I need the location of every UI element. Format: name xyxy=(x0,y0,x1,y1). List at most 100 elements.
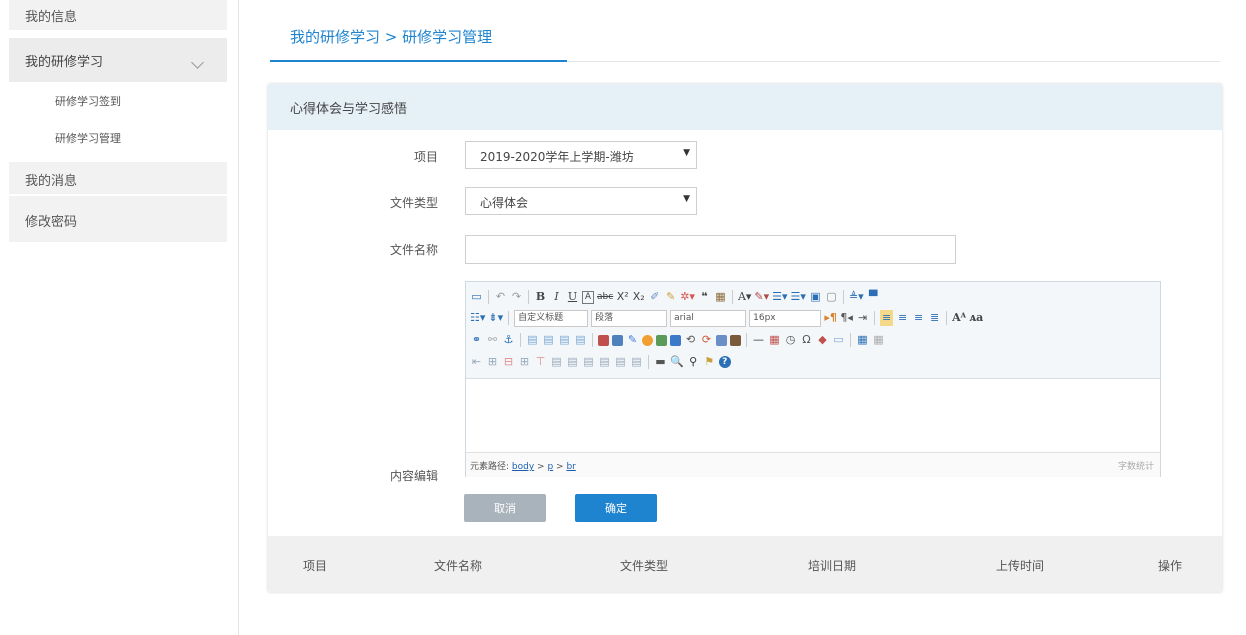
cancel-button[interactable]: 取消 xyxy=(464,494,546,522)
template-icon[interactable] xyxy=(730,334,741,346)
align-right-icon[interactable]: ≡ xyxy=(912,310,925,326)
content-editor-label: 内容编辑 xyxy=(389,469,438,483)
bold-icon[interactable]: B xyxy=(534,289,547,305)
insert-table-icon[interactable]: ▦ xyxy=(856,332,869,348)
insert-video-icon[interactable] xyxy=(656,334,667,346)
source-code-icon[interactable]: ▭ xyxy=(470,289,483,305)
font-size-dropdown[interactable]: 16px xyxy=(749,309,822,327)
remove-format-icon[interactable]: ✐ xyxy=(648,289,661,305)
paragraph-dropdown[interactable]: 段落 xyxy=(591,309,668,327)
print-icon[interactable]: ▬ xyxy=(654,354,667,370)
unordered-list-icon[interactable]: ☰▾ xyxy=(791,289,806,305)
background-color-icon[interactable]: ✎▾ xyxy=(754,289,769,305)
font-color-icon[interactable]: A▾ xyxy=(738,289,751,305)
font-border-icon[interactable]: A xyxy=(582,290,594,304)
ordered-list-icon[interactable]: ☰▾ xyxy=(772,289,787,305)
row-spacing-bottom-icon[interactable]: ▀ xyxy=(867,289,880,305)
insert-row-icon[interactable]: ⊞ xyxy=(486,354,499,370)
unlink-icon[interactable]: ⚯ xyxy=(486,332,499,348)
image-center-icon[interactable]: ▤ xyxy=(574,332,587,348)
project-select[interactable]: 2019-2020学年上学期-潍坊 ▼ xyxy=(465,141,697,169)
blockquote-icon[interactable]: ❝ xyxy=(698,289,711,305)
special-chars-icon[interactable]: Ω xyxy=(800,332,813,348)
uppercase-icon[interactable]: Aᴬ xyxy=(952,310,966,326)
image-right-icon[interactable]: ▤ xyxy=(558,332,571,348)
link-icon[interactable]: ⚭ xyxy=(470,332,483,348)
simple-upload-icon[interactable] xyxy=(598,334,609,346)
anchor-icon[interactable]: ⚓ xyxy=(502,332,515,348)
split-cells-icon[interactable]: ▤ xyxy=(598,354,611,370)
font-family-dropdown[interactable]: arial xyxy=(670,309,747,327)
help-icon[interactable]: ? xyxy=(718,356,731,368)
horizontal-line-icon[interactable]: — xyxy=(752,332,765,348)
row-spacing-top-icon[interactable]: ≜▾ xyxy=(849,289,864,305)
align-left-icon[interactable]: ≡ xyxy=(880,310,894,326)
element-path-p-link[interactable]: p xyxy=(547,462,553,472)
element-path-br-link[interactable]: br xyxy=(566,462,575,472)
search-replace-icon[interactable]: ▭ xyxy=(832,332,845,348)
word-image-icon[interactable]: ◆ xyxy=(816,332,829,348)
superscript-icon[interactable]: X² xyxy=(616,289,629,305)
element-path-body-link[interactable]: body xyxy=(512,462,534,472)
indent-first-line-icon[interactable]: ⇥ xyxy=(856,310,869,326)
page-break-icon[interactable] xyxy=(716,334,727,346)
editor-content-area[interactable] xyxy=(466,379,1160,451)
insert-frame-icon[interactable]: ⟲ xyxy=(684,332,697,348)
element-path-label: 元素路径: xyxy=(470,462,510,472)
indent-icon[interactable]: ⇟▾ xyxy=(488,310,503,326)
attachment-icon[interactable] xyxy=(670,334,681,346)
dropdown-arrow-icon: ▼ xyxy=(683,148,690,158)
redo-icon[interactable]: ↷ xyxy=(510,289,523,305)
preview-icon[interactable]: 🔍 xyxy=(670,354,684,370)
delete-table-icon[interactable]: ▦ xyxy=(872,332,885,348)
italic-icon[interactable]: I xyxy=(550,289,563,305)
date-icon[interactable]: ▦ xyxy=(768,332,781,348)
drafts-icon[interactable]: ⚑ xyxy=(703,354,716,370)
direction-ltr-icon[interactable]: ▸¶ xyxy=(824,310,837,326)
dropdown-arrow-icon: ▼ xyxy=(683,194,690,204)
sidebar-item-my-study[interactable]: 我的研修学习 xyxy=(9,38,227,82)
direction-rtl-icon[interactable]: ¶◂ xyxy=(840,310,853,326)
paste-plain-icon[interactable]: ▦ xyxy=(714,289,727,305)
split-rows-icon[interactable]: ▤ xyxy=(614,354,627,370)
sidebar-item-change-password[interactable]: 修改密码 xyxy=(9,196,227,242)
select-all-icon[interactable]: ▣ xyxy=(809,289,822,305)
sidebar-subitem-management[interactable]: 研修学习管理 xyxy=(55,130,121,146)
undo-icon[interactable]: ↶ xyxy=(494,289,507,305)
delete-col-icon[interactable]: ⊤ xyxy=(534,354,547,370)
image-none-icon[interactable]: ▤ xyxy=(526,332,539,348)
strikethrough-icon[interactable]: abc xyxy=(597,289,613,305)
merge-right-icon[interactable]: ▤ xyxy=(566,354,579,370)
toolbar-separator xyxy=(648,355,649,369)
insert-code-icon[interactable]: ⟳ xyxy=(700,332,713,348)
custom-heading-dropdown[interactable]: 自定义标题 xyxy=(514,309,589,327)
subscript-icon[interactable]: X₂ xyxy=(632,289,645,305)
auto-format-icon[interactable]: ✲▾ xyxy=(680,289,695,305)
delete-row-icon[interactable]: ⊟ xyxy=(502,354,515,370)
underline-icon[interactable]: U xyxy=(566,289,579,305)
rich-text-editor: ▭ ↶ ↷ B I U A abc X² X₂ ✐ ✎ ✲▾ ❝ ▦ A▾ ✎▾ xyxy=(465,281,1161,477)
image-left-icon[interactable]: ▤ xyxy=(542,332,555,348)
emotion-icon[interactable]: ✎ xyxy=(626,332,639,348)
scrawl-icon[interactable] xyxy=(642,334,653,346)
time-icon[interactable]: ◷ xyxy=(784,332,797,348)
align-center-icon[interactable]: ≡ xyxy=(896,310,909,326)
file-type-select[interactable]: 心得体会 ▼ xyxy=(465,187,697,215)
split-cols-icon[interactable]: ▤ xyxy=(630,354,643,370)
insert-paragraph-before-table-icon[interactable]: ⇤ xyxy=(470,354,483,370)
sidebar-item-my-info[interactable]: 我的信息 xyxy=(9,0,227,30)
clear-doc-icon[interactable]: ▢ xyxy=(825,289,838,305)
file-name-input[interactable] xyxy=(465,235,956,264)
format-painter-icon[interactable]: ✎ xyxy=(664,289,677,305)
sidebar-subitem-checkin[interactable]: 研修学习签到 xyxy=(55,93,121,109)
align-justify-icon[interactable]: ≣ xyxy=(928,310,941,326)
confirm-button[interactable]: 确定 xyxy=(575,494,657,522)
sidebar-item-messages[interactable]: 我的消息 xyxy=(9,162,227,194)
insert-image-icon[interactable] xyxy=(612,334,623,346)
lowercase-icon[interactable]: ᴀa xyxy=(969,310,983,326)
line-height-icon[interactable]: ☷▾ xyxy=(470,310,485,326)
search-icon[interactable]: ⚲ xyxy=(687,354,700,370)
insert-col-icon[interactable]: ⊞ xyxy=(518,354,531,370)
merge-down-icon[interactable]: ▤ xyxy=(582,354,595,370)
merge-cells-icon[interactable]: ▤ xyxy=(550,354,563,370)
